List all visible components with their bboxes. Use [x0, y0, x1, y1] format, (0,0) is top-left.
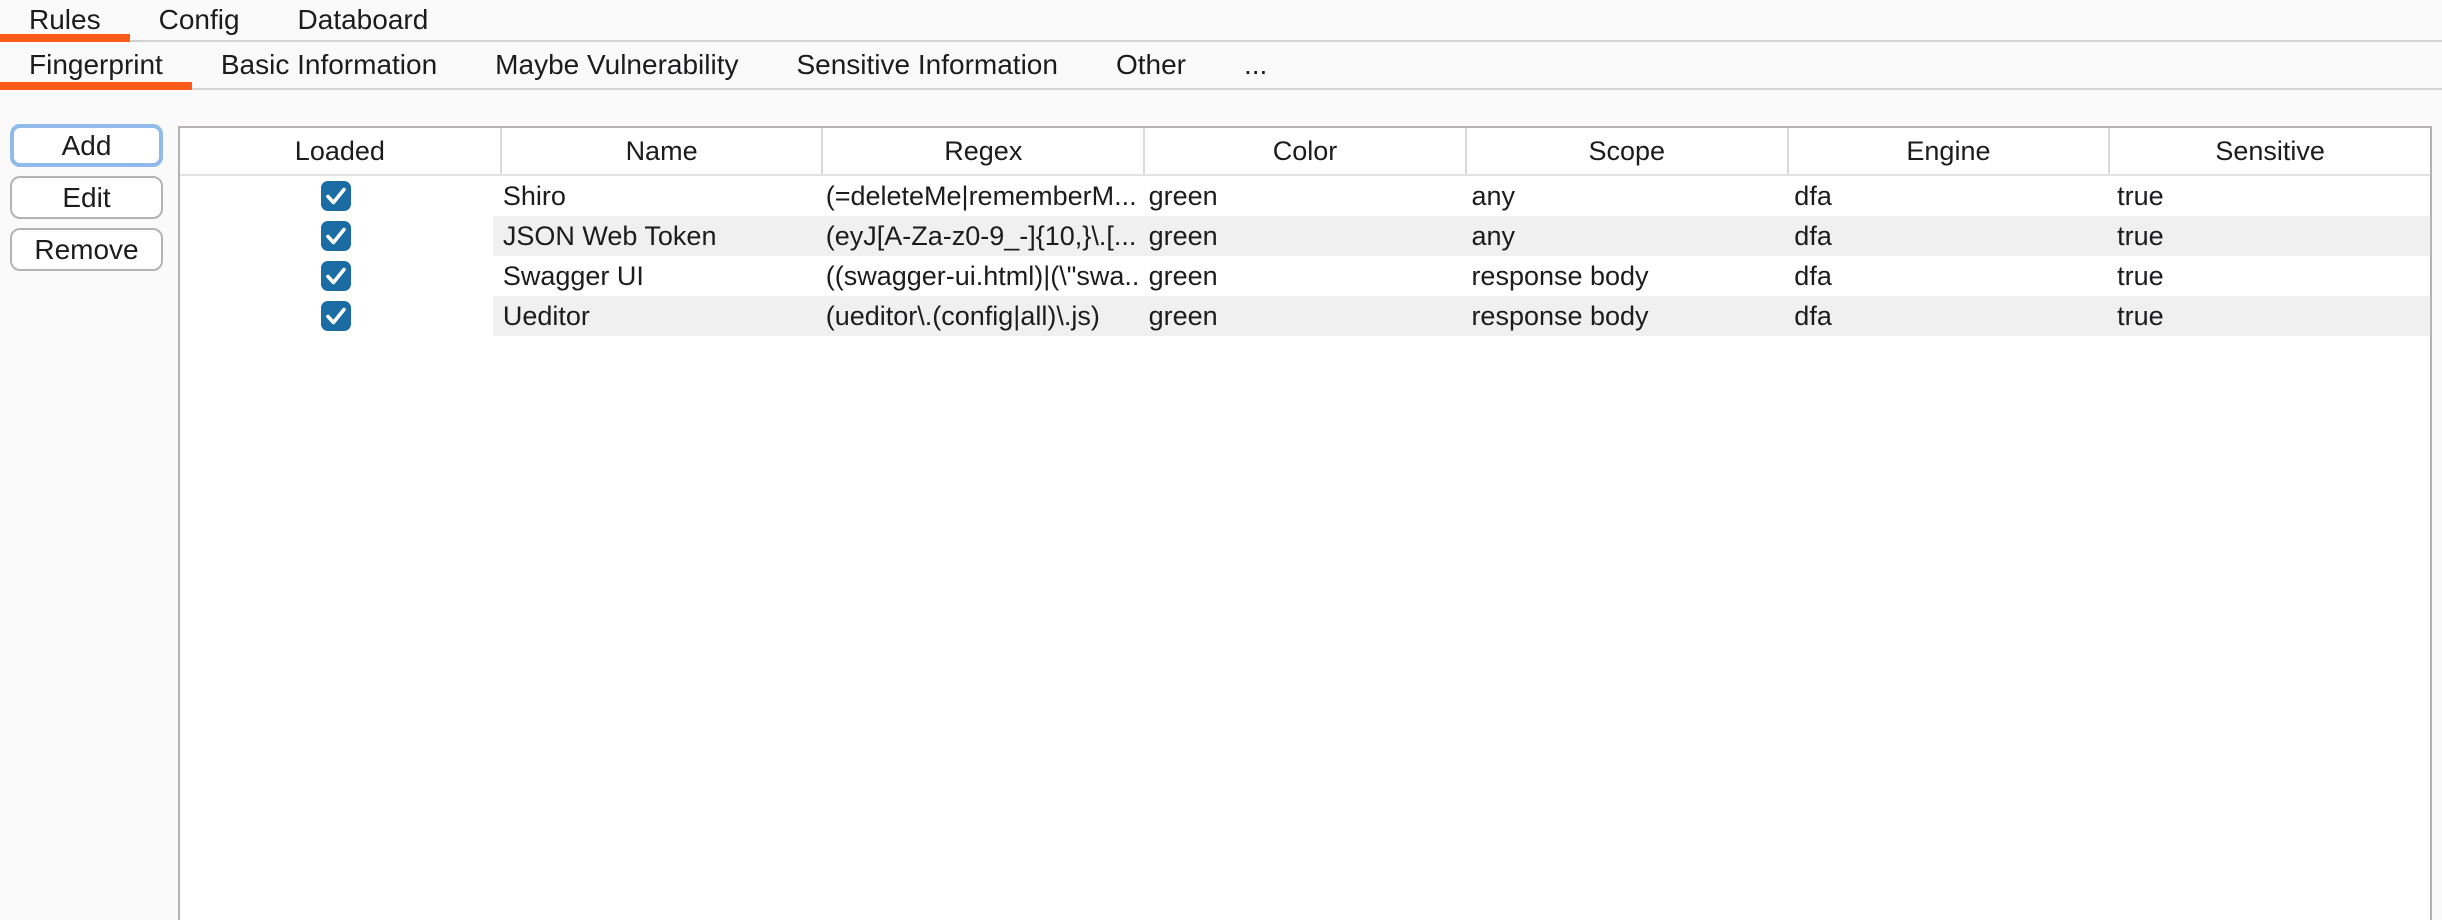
- scope-cell: response body: [1461, 296, 1784, 336]
- edit-button[interactable]: Edit: [10, 176, 163, 219]
- fingerprint-rules-table: Loaded Name Regex Color Scope Engine Sen…: [178, 126, 2432, 920]
- color-cell: green: [1139, 176, 1462, 216]
- tab-config[interactable]: Config: [130, 0, 269, 40]
- regex-cell: (=deleteMe|rememberM...: [816, 176, 1139, 216]
- tab-databoard[interactable]: Databoard: [269, 0, 458, 40]
- subtab-sensitive-information-label: Sensitive Information: [796, 49, 1057, 81]
- sensitive-cell: true: [2107, 216, 2430, 256]
- sensitive-cell: true: [2107, 296, 2430, 336]
- checkbox-checked-icon[interactable]: [321, 261, 351, 291]
- table-row[interactable]: Swagger UI ((swagger-ui.html)|(\"swa... …: [180, 256, 2430, 296]
- column-header-name[interactable]: Name: [502, 128, 824, 174]
- checkbox-checked-icon[interactable]: [321, 221, 351, 251]
- column-header-scope[interactable]: Scope: [1467, 128, 1789, 174]
- subtab-fingerprint-label: Fingerprint: [29, 49, 163, 81]
- engine-cell: dfa: [1784, 256, 2107, 296]
- checkbox-checked-icon[interactable]: [321, 181, 351, 211]
- column-header-loaded[interactable]: Loaded: [180, 128, 502, 174]
- table-row[interactable]: JSON Web Token (eyJ[A-Za-z0-9_-]{10,}\.[…: [180, 216, 2430, 256]
- subtab-maybe-vulnerability-label: Maybe Vulnerability: [495, 49, 738, 81]
- name-cell: Ueditor: [493, 296, 816, 336]
- tab-databoard-label: Databoard: [298, 4, 429, 36]
- subtab-basic-information-label: Basic Information: [221, 49, 437, 81]
- engine-cell: dfa: [1784, 296, 2107, 336]
- regex-cell: ((swagger-ui.html)|(\"swa...: [816, 256, 1139, 296]
- engine-cell: dfa: [1784, 216, 2107, 256]
- table-row[interactable]: Ueditor (ueditor\.(config|all)\.js) gree…: [180, 296, 2430, 336]
- sensitive-cell: true: [2107, 176, 2430, 216]
- subtab-more-label: ...: [1244, 49, 1267, 81]
- column-header-sensitive[interactable]: Sensitive: [2110, 128, 2430, 174]
- regex-cell: (ueditor\.(config|all)\.js): [816, 296, 1139, 336]
- tab-config-label: Config: [159, 4, 240, 36]
- subtab-other[interactable]: Other: [1087, 42, 1215, 88]
- subtab-sensitive-information[interactable]: Sensitive Information: [767, 42, 1086, 88]
- color-cell: green: [1139, 256, 1462, 296]
- subtab-basic-information[interactable]: Basic Information: [192, 42, 466, 88]
- subtab-other-label: Other: [1116, 49, 1186, 81]
- subtab-maybe-vulnerability[interactable]: Maybe Vulnerability: [466, 42, 767, 88]
- remove-button[interactable]: Remove: [10, 228, 163, 271]
- color-cell: green: [1139, 296, 1462, 336]
- name-cell: Shiro: [493, 176, 816, 216]
- subtab-fingerprint[interactable]: Fingerprint: [0, 42, 192, 88]
- rules-sub-tabbar: Fingerprint Basic Information Maybe Vuln…: [0, 42, 2442, 90]
- regex-cell: (eyJ[A-Za-z0-9_-]{10,}\.[...: [816, 216, 1139, 256]
- column-header-color[interactable]: Color: [1145, 128, 1467, 174]
- engine-cell: dfa: [1784, 176, 2107, 216]
- color-cell: green: [1139, 216, 1462, 256]
- loaded-cell: [180, 296, 493, 336]
- loaded-cell: [180, 256, 493, 296]
- checkbox-checked-icon[interactable]: [321, 301, 351, 331]
- actions-panel: Add Edit Remove: [0, 92, 178, 920]
- tab-rules-label: Rules: [29, 4, 101, 36]
- name-cell: JSON Web Token: [493, 216, 816, 256]
- sensitive-cell: true: [2107, 256, 2430, 296]
- main-tabbar: Rules Config Databoard: [0, 0, 2442, 42]
- tab-rules[interactable]: Rules: [0, 0, 130, 40]
- subtab-more[interactable]: ...: [1215, 42, 1296, 88]
- table-header-row: Loaded Name Regex Color Scope Engine Sen…: [180, 128, 2430, 176]
- column-header-engine[interactable]: Engine: [1789, 128, 2111, 174]
- loaded-cell: [180, 216, 493, 256]
- name-cell: Swagger UI: [493, 256, 816, 296]
- add-button[interactable]: Add: [10, 124, 163, 167]
- column-header-regex[interactable]: Regex: [823, 128, 1145, 174]
- scope-cell: any: [1461, 176, 1784, 216]
- scope-cell: any: [1461, 216, 1784, 256]
- scope-cell: response body: [1461, 256, 1784, 296]
- table-row[interactable]: Shiro (=deleteMe|rememberM... green any …: [180, 176, 2430, 216]
- loaded-cell: [180, 176, 493, 216]
